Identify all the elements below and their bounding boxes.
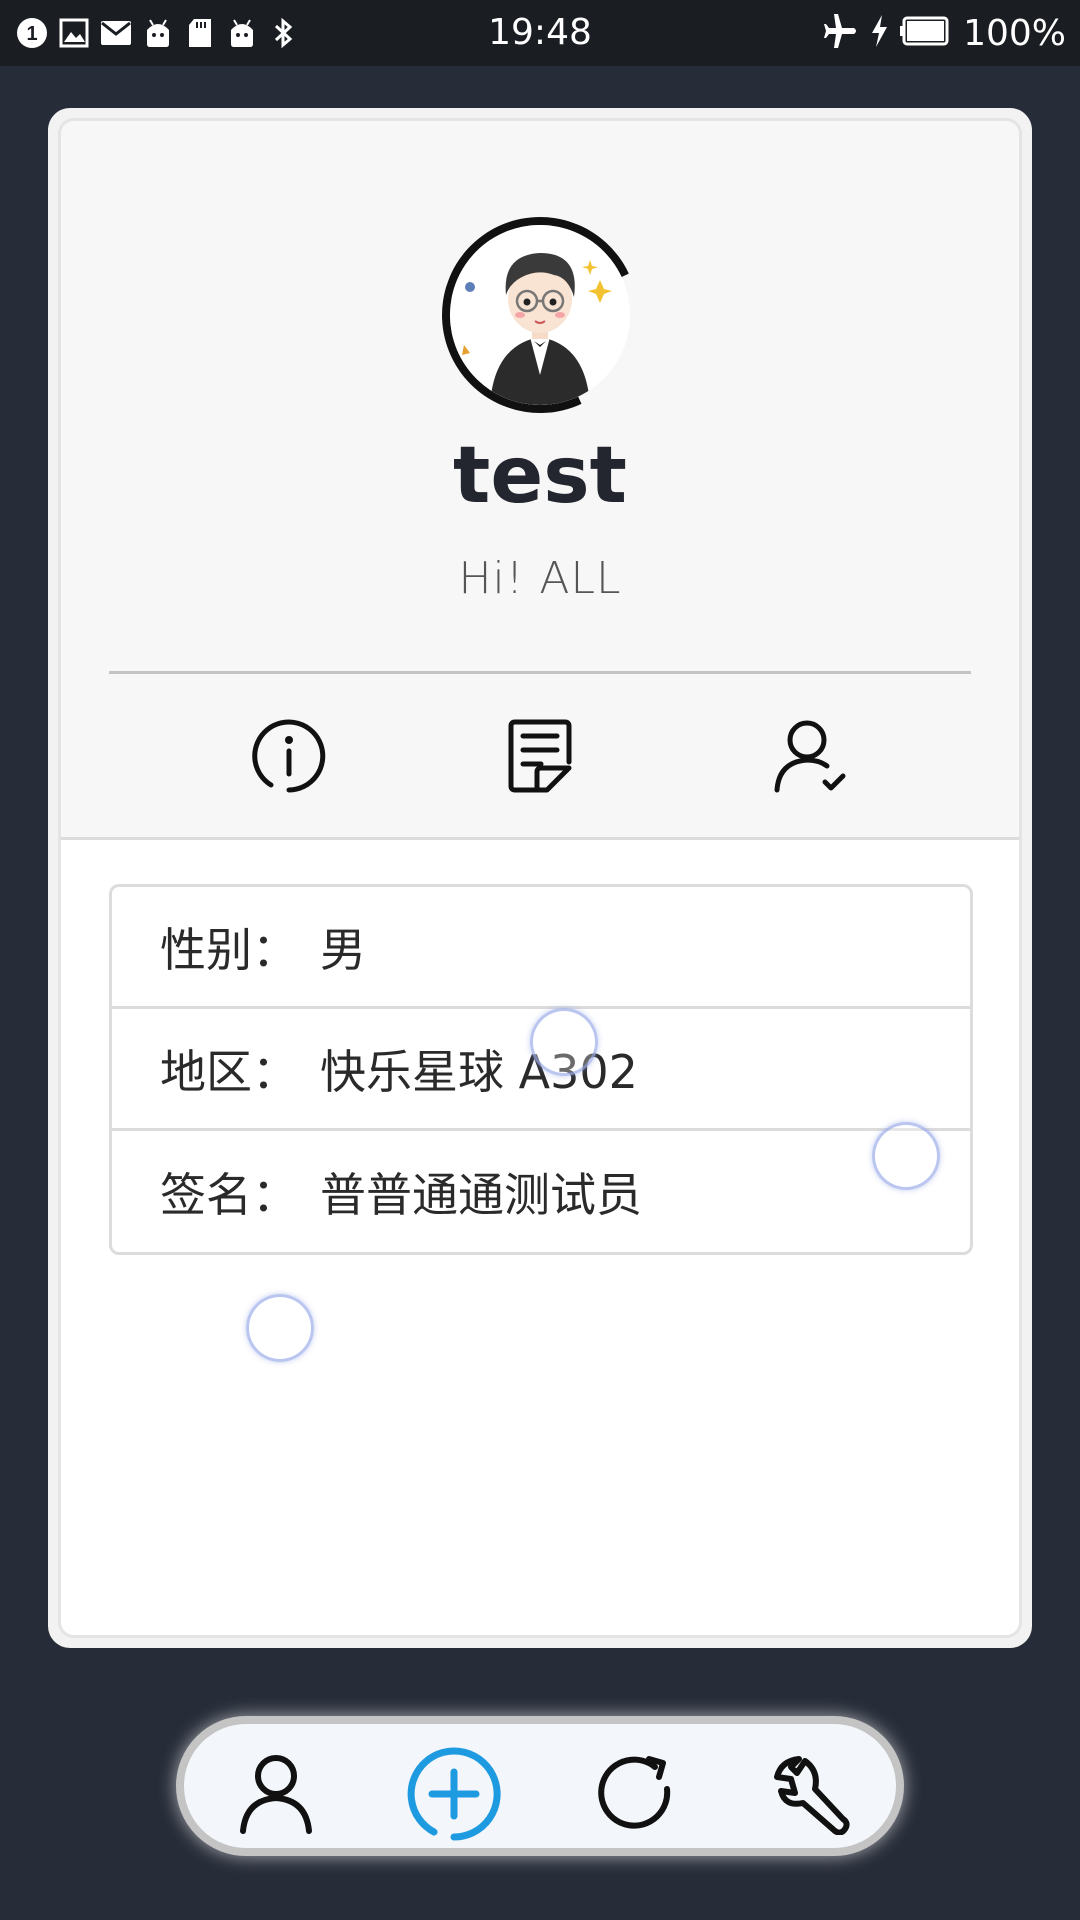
avatar-image (450, 225, 630, 405)
avatar[interactable] (414, 189, 666, 441)
profile-tagline: Hi! ALL (458, 553, 622, 604)
note-icon[interactable] (495, 711, 585, 801)
signature-value: 普普通通测试员 (320, 1168, 642, 1222)
gender-label: 性别： (160, 922, 298, 977)
profile-info-list: 性别： 男 地区： 快乐星球 A302 签名： 普普通通测试员 (109, 884, 973, 1255)
profile-username: test (453, 431, 627, 521)
user-icon[interactable] (226, 1746, 326, 1842)
status-right-icons: 100% (821, 12, 1066, 54)
signature-label: 签名： (160, 1168, 298, 1222)
battery-percent: 100% (963, 12, 1066, 54)
info-row-signature: 签名： 普普通通测试员 (112, 1131, 970, 1253)
profile-tabs (61, 711, 1019, 811)
bottom-nav (176, 1716, 904, 1856)
info-icon[interactable] (244, 711, 334, 801)
battery-icon (899, 16, 949, 50)
charging-icon (869, 14, 889, 52)
touch-indicator (530, 1008, 598, 1076)
add-circle-icon[interactable] (404, 1746, 504, 1842)
profile-card-inner: test Hi! ALL 性别： 男 地区： 快乐星球 A302 签名： 普普通… (58, 118, 1022, 1638)
status-bar: 1 19:48 100% (0, 0, 1080, 66)
user-check-icon[interactable] (766, 711, 856, 801)
info-row-gender: 性别： 男 (112, 887, 970, 1009)
region-label: 地区： (160, 1044, 298, 1099)
refresh-icon[interactable] (586, 1746, 686, 1842)
profile-card: test Hi! ALL 性别： 男 地区： 快乐星球 A302 签名： 普普通… (48, 108, 1032, 1648)
airplane-icon (821, 14, 859, 52)
touch-indicator (246, 1294, 314, 1362)
wrench-icon[interactable] (760, 1746, 860, 1842)
profile-header: test Hi! ALL (61, 121, 1019, 840)
touch-indicator (872, 1122, 940, 1190)
gender-value: 男 (320, 922, 366, 977)
header-divider (109, 671, 971, 674)
